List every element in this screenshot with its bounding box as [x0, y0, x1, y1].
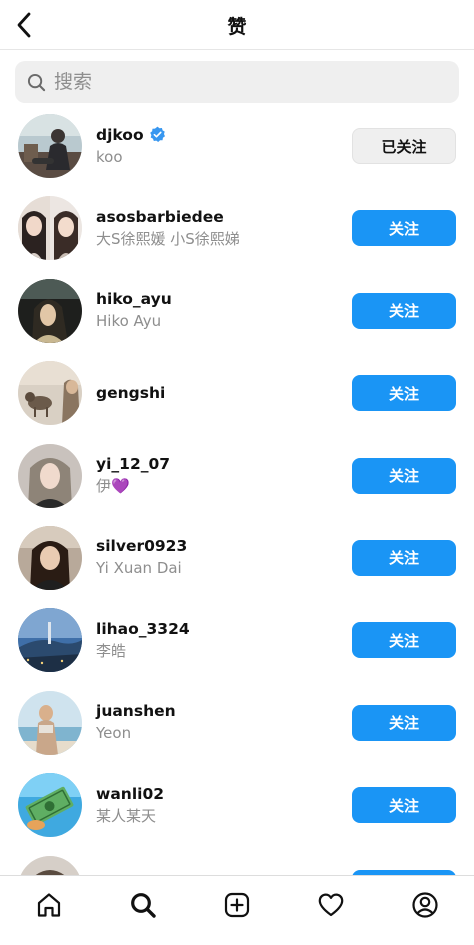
avatar[interactable]	[18, 278, 82, 343]
profile-icon	[412, 892, 438, 918]
follow-button[interactable]: 关注	[352, 539, 456, 576]
list-item[interactable]: asosbarbiedee 大S徐熙媛 小S徐熙娣 关注	[0, 187, 474, 269]
list-item[interactable]: 关注	[0, 847, 474, 875]
username[interactable]: juanshen	[96, 701, 176, 721]
follow-button[interactable]: 关注	[352, 787, 456, 824]
full-name: Hiko Ayu	[96, 312, 162, 331]
avatar[interactable]	[18, 690, 82, 755]
username[interactable]: wanli02	[96, 784, 164, 804]
follow-button[interactable]: 关注	[352, 292, 456, 329]
new-post-icon	[224, 892, 250, 918]
search-icon	[131, 893, 156, 918]
full-name: 李皓	[96, 641, 127, 660]
verified-badge-icon	[149, 126, 166, 143]
full-name: koo	[96, 147, 123, 166]
user-names: silver0923 Yi Xuan Dai	[96, 517, 187, 599]
tab-profile[interactable]	[408, 888, 442, 922]
username[interactable]: lihao_3324	[96, 619, 190, 639]
list-item[interactable]: lihao_3324 李皓 关注	[0, 599, 474, 681]
user-names: hiko_ayu Hiko Ayu	[96, 270, 172, 352]
follow-button[interactable]: 关注	[352, 704, 456, 741]
follow-button[interactable]: 关注	[352, 457, 456, 494]
home-icon	[37, 893, 61, 917]
tab-home[interactable]	[32, 888, 66, 922]
bottom-tab-bar	[0, 875, 474, 945]
list-item[interactable]: silver0923 Yi Xuan Dai 关注	[0, 517, 474, 599]
user-names: wanli02 某人某天	[96, 764, 164, 846]
full-name: 大S徐熙媛 小S徐熙娣	[96, 229, 240, 248]
full-name: Yeon	[96, 724, 132, 743]
user-names: juanshen Yeon	[96, 682, 176, 764]
avatar[interactable]	[18, 196, 82, 261]
avatar[interactable]	[18, 525, 82, 590]
search-icon	[27, 73, 46, 91]
follow-button[interactable]: 关注	[352, 210, 456, 247]
tab-new-post[interactable]	[220, 888, 254, 922]
likes-list: djkoo koo 已关注 asosbarbiedee 大S徐熙媛 小S徐熙娣 …	[0, 105, 474, 875]
username[interactable]: hiko_ayu	[96, 289, 172, 309]
username[interactable]: yi_12_07	[96, 454, 170, 474]
follow-button[interactable]: 关注	[352, 375, 456, 412]
search-bar[interactable]	[15, 61, 459, 103]
username[interactable]: asosbarbiedee	[96, 207, 240, 227]
user-names: djkoo koo	[96, 105, 166, 187]
username-text: djkoo	[96, 125, 144, 144]
username[interactable]: gengshi	[96, 383, 165, 403]
heart-icon	[318, 893, 344, 917]
page-title: 赞	[227, 16, 247, 38]
full-name: 伊💜	[96, 477, 130, 496]
user-names: yi_12_07 伊💜	[96, 435, 170, 517]
username[interactable]: djkoo	[96, 125, 166, 145]
list-item[interactable]: juanshen Yeon 关注	[0, 682, 474, 764]
avatar[interactable]	[18, 608, 82, 673]
list-item[interactable]: gengshi 关注	[0, 352, 474, 434]
following-button[interactable]: 已关注	[352, 128, 456, 164]
user-names: gengshi	[96, 352, 165, 434]
list-item[interactable]: hiko_ayu Hiko Ayu 关注	[0, 270, 474, 352]
avatar[interactable]	[18, 855, 82, 875]
avatar[interactable]	[18, 361, 82, 426]
full-name: 某人某天	[96, 806, 157, 825]
user-names: asosbarbiedee 大S徐熙媛 小S徐熙娣	[96, 187, 240, 269]
tab-activity[interactable]	[314, 888, 348, 922]
list-item[interactable]: wanli02 某人某天 关注	[0, 764, 474, 846]
avatar[interactable]	[18, 443, 82, 508]
search-input[interactable]	[54, 71, 414, 93]
username[interactable]: silver0923	[96, 536, 187, 556]
tab-search[interactable]	[126, 888, 160, 922]
follow-button[interactable]: 关注	[352, 622, 456, 659]
avatar[interactable]	[18, 114, 82, 178]
list-item[interactable]: yi_12_07 伊💜 关注	[0, 435, 474, 517]
user-names: lihao_3324 李皓	[96, 599, 190, 681]
list-item[interactable]: djkoo koo 已关注	[0, 105, 474, 187]
top-nav-bar: 赞	[0, 0, 474, 50]
full-name: Yi Xuan Dai	[96, 559, 182, 578]
avatar[interactable]	[18, 773, 82, 838]
